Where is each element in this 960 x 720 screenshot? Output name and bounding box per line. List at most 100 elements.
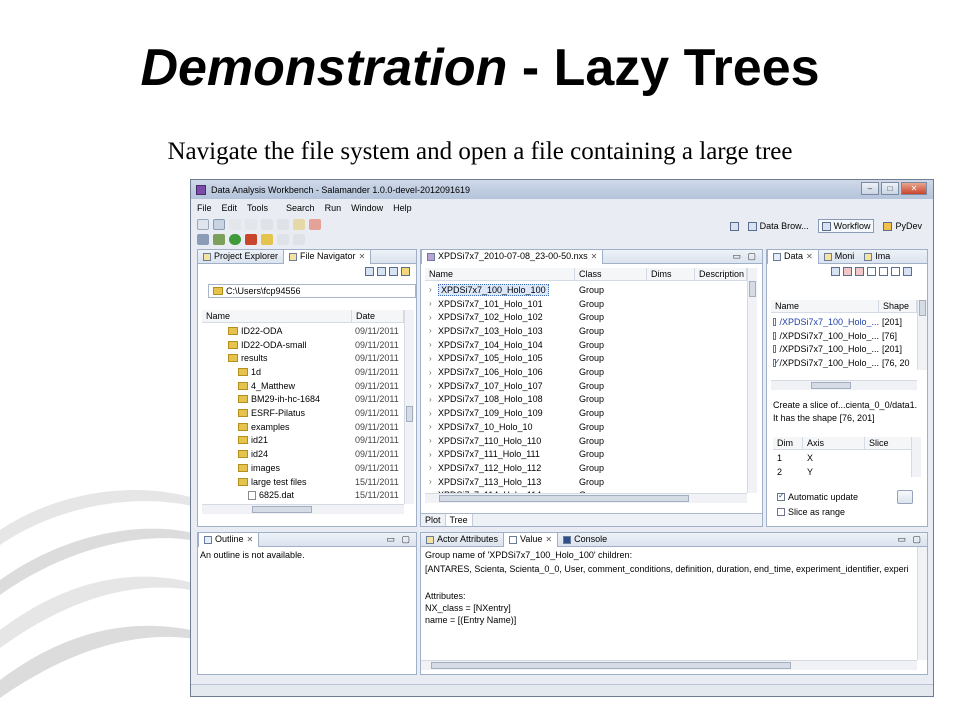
close-button[interactable]: ✕: [901, 182, 927, 195]
tab-actor-attributes[interactable]: Actor Attributes: [421, 533, 503, 547]
expand-arrow-icon[interactable]: ›: [429, 450, 438, 459]
tree-row[interactable]: › XPDSi7x7_112_Holo_112 Group: [425, 461, 747, 475]
plot-icon[interactable]: [831, 267, 840, 276]
menu-help[interactable]: Help: [393, 203, 412, 213]
tree-row[interactable]: › XPDSi7x7_102_Holo_102 Group: [425, 310, 747, 324]
checkbox-icon[interactable]: [773, 317, 777, 326]
minimize-maximize-icon[interactable]: ▭ ▢: [386, 534, 412, 545]
list-item[interactable]: 6825.dat 15/11/2011: [202, 488, 404, 502]
tab-console[interactable]: Console: [558, 533, 612, 547]
path-input[interactable]: C:\Users\fcp94556: [208, 284, 416, 298]
close-tab-icon[interactable]: ✕: [806, 250, 813, 263]
col-dims[interactable]: Dims: [647, 267, 695, 281]
close-tab-icon[interactable]: ✕: [591, 250, 598, 263]
navigator-hscroll[interactable]: [202, 504, 404, 514]
list-item[interactable]: BM29-ih-hc-1684 09/11/2011: [202, 393, 404, 407]
slice-row[interactable]: 1X: [773, 451, 865, 465]
scroll-thumb[interactable]: [406, 406, 413, 422]
line-plot-icon[interactable]: [843, 267, 852, 276]
minimize-button[interactable]: –: [861, 182, 879, 195]
minimize-maximize-icon[interactable]: ▭ ▢: [732, 251, 758, 262]
forward-icon[interactable]: [293, 233, 305, 245]
expand-arrow-icon[interactable]: ›: [429, 326, 438, 335]
slice-options-button[interactable]: [897, 490, 913, 504]
tree-row[interactable]: › XPDSi7x7_103_Holo_103 Group: [425, 324, 747, 338]
data-row[interactable]: /XPDSi7x7_100_Holo_... [201]: [771, 342, 917, 356]
redo-icon[interactable]: [245, 218, 257, 230]
settings-icon[interactable]: [879, 267, 888, 276]
refresh-icon[interactable]: [401, 267, 410, 276]
scroll-thumb[interactable]: [252, 506, 312, 513]
list-item[interactable]: ID22-ODA 09/11/2011: [202, 324, 404, 338]
expression-icon[interactable]: [855, 267, 864, 276]
tab-data[interactable]: Data ✕: [767, 250, 819, 264]
scroll-thumb[interactable]: [811, 382, 851, 389]
nxs-vscroll[interactable]: [747, 268, 757, 493]
undo-icon[interactable]: [229, 218, 241, 230]
run-icon[interactable]: [229, 233, 241, 245]
auto-update-checkbox[interactable]: Automatic update: [777, 490, 858, 504]
nxs-hscroll[interactable]: [425, 493, 747, 503]
menu-tools[interactable]: Tools: [247, 203, 268, 213]
tab-outline[interactable]: Outline ✕: [198, 533, 260, 547]
checkbox-checked-icon[interactable]: [773, 358, 782, 367]
scroll-thumb[interactable]: [431, 662, 791, 669]
maximize-button[interactable]: □: [881, 182, 899, 195]
tree-row[interactable]: › XPDSi7x7_113_Holo_113 Group: [425, 475, 747, 489]
external-tools-icon[interactable]: [245, 233, 257, 245]
menu-search[interactable]: Search: [286, 203, 315, 213]
list-item[interactable]: id24 09/11/2011: [202, 447, 404, 461]
tab-project-explorer[interactable]: Project Explorer: [198, 250, 283, 264]
menu-file[interactable]: File: [197, 203, 212, 213]
data-row[interactable]: /XPDSi7x7_100_Holo_... [76]: [771, 329, 917, 343]
checkbox-icon[interactable]: [773, 331, 777, 340]
save-icon[interactable]: [213, 218, 225, 230]
tab-moni[interactable]: Moni: [819, 250, 860, 264]
expand-arrow-icon[interactable]: ›: [429, 299, 438, 308]
expand-arrow-icon[interactable]: ›: [429, 285, 438, 294]
scroll-thumb[interactable]: [749, 281, 756, 297]
tree-row[interactable]: › XPDSi7x7_106_Holo_106 Group: [425, 365, 747, 379]
value-hscroll[interactable]: [421, 660, 917, 670]
tree-row[interactable]: › XPDSi7x7_108_Holo_108 Group: [425, 393, 747, 407]
slice-vscroll[interactable]: [911, 437, 921, 477]
expand-arrow-icon[interactable]: ›: [429, 354, 438, 363]
sort-icon[interactable]: [377, 267, 386, 276]
list-item[interactable]: ESRF-Pilatus 09/11/2011: [202, 406, 404, 420]
tree-row[interactable]: › XPDSi7x7_104_Holo_104 Group: [425, 338, 747, 352]
list-item[interactable]: ID22-ODA-small 09/11/2011: [202, 338, 404, 352]
expand-arrow-icon[interactable]: ›: [429, 477, 438, 486]
navigator-vscroll[interactable]: [404, 310, 414, 504]
search-tool-icon[interactable]: [261, 233, 273, 245]
col-name[interactable]: Name: [771, 299, 879, 313]
col-class[interactable]: Class: [575, 267, 647, 281]
expand-arrow-icon[interactable]: ›: [429, 436, 438, 445]
view-menu-icon[interactable]: [389, 267, 398, 276]
close-tab-icon[interactable]: ✕: [359, 250, 366, 263]
view-icon[interactable]: [903, 267, 912, 276]
collapse-all-icon[interactable]: [365, 267, 374, 276]
list-item[interactable]: id21 09/11/2011: [202, 434, 404, 448]
scroll-thumb[interactable]: [919, 300, 926, 316]
list-item[interactable]: 1d 09/11/2011: [202, 365, 404, 379]
col-description[interactable]: Description: [695, 267, 747, 281]
scroll-thumb[interactable]: [439, 495, 689, 502]
col-name[interactable]: Name: [202, 309, 352, 323]
open-perspective-icon[interactable]: [729, 221, 739, 231]
expand-arrow-icon[interactable]: ›: [429, 409, 438, 418]
col-date[interactable]: Date: [352, 309, 404, 323]
expand-arrow-icon[interactable]: ›: [429, 313, 438, 322]
list-item[interactable]: large test files 15/11/2011: [202, 475, 404, 489]
tree-row[interactable]: › XPDSi7x7_101_Holo_101 Group: [425, 297, 747, 311]
paste-icon[interactable]: [293, 218, 305, 230]
new-icon[interactable]: [197, 218, 209, 230]
col-shape[interactable]: Shape: [879, 299, 917, 313]
expand-arrow-icon[interactable]: ›: [429, 368, 438, 377]
col-axis[interactable]: Axis: [803, 436, 865, 450]
expand-arrow-icon[interactable]: ›: [429, 422, 438, 431]
tab-tree[interactable]: Tree: [445, 513, 473, 526]
tree-row[interactable]: › XPDSi7x7_107_Holo_107 Group: [425, 379, 747, 393]
data-vscroll[interactable]: [917, 300, 927, 370]
value-vscroll[interactable]: [917, 547, 927, 660]
tab-plot[interactable]: Plot: [421, 513, 446, 526]
